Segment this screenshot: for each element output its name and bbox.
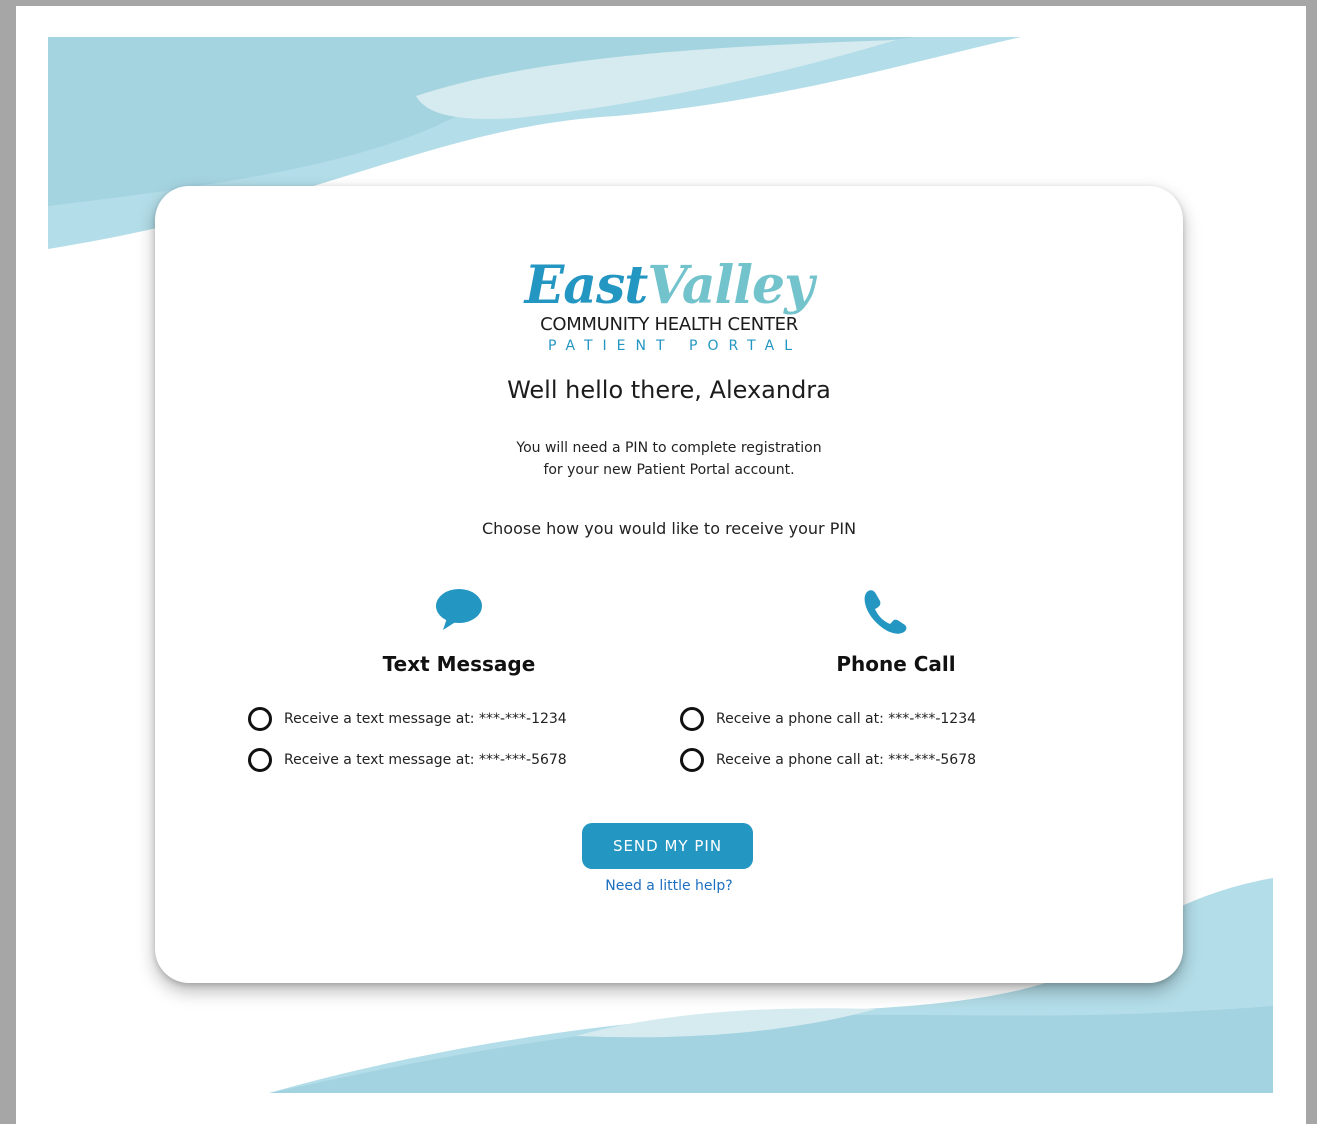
radio-button[interactable] (248, 707, 272, 731)
greeting-heading: Well hello there, Alexandra (507, 376, 831, 404)
intro-text: You will need a PIN to complete registra… (155, 437, 1183, 481)
help-link[interactable]: Need a little help? (155, 878, 1183, 894)
page: EastValley COMMUNITY HEALTH CENTER PATIE… (16, 6, 1306, 1124)
intro-line-1: You will need a PIN to complete registra… (516, 440, 822, 456)
send-pin-button[interactable]: SEND MY PIN (582, 823, 753, 869)
radio-button[interactable] (680, 748, 704, 772)
pin-instruction: Choose how you would like to receive you… (481, 519, 857, 538)
text-message-title: Text Message (382, 652, 536, 676)
radio-label: Receive a phone call at: ***-***-5678 (716, 752, 977, 768)
phone-option-5678[interactable]: Receive a phone call at: ***-***-5678 (680, 745, 976, 775)
text-option-5678[interactable]: Receive a text message at: ***-***-5678 (248, 745, 567, 775)
registration-card: EastValley COMMUNITY HEALTH CENTER PATIE… (155, 186, 1183, 983)
radio-button[interactable] (248, 748, 272, 772)
text-option-1234[interactable]: Receive a text message at: ***-***-1234 (248, 704, 567, 734)
radio-label: Receive a phone call at: ***-***-1234 (716, 711, 977, 727)
logo-east: East (524, 255, 649, 316)
radio-label: Receive a text message at: ***-***-1234 (284, 711, 567, 727)
radio-label: Receive a text message at: ***-***-5678 (284, 752, 567, 768)
speech-bubble-icon (436, 589, 482, 630)
phone-option-1234[interactable]: Receive a phone call at: ***-***-1234 (680, 704, 976, 734)
intro-line-2: for your new Patient Portal account. (543, 462, 795, 478)
logo-valley: Valley (647, 255, 814, 316)
logo-subtitle: COMMUNITY HEALTH CENTER (540, 314, 798, 335)
logo-portal-label: PATIENT PORTAL (547, 338, 803, 354)
logo-wordmark: EastValley (155, 256, 1183, 316)
radio-button[interactable] (680, 707, 704, 731)
phone-icon (864, 590, 907, 634)
phone-call-title: Phone Call (836, 652, 956, 676)
